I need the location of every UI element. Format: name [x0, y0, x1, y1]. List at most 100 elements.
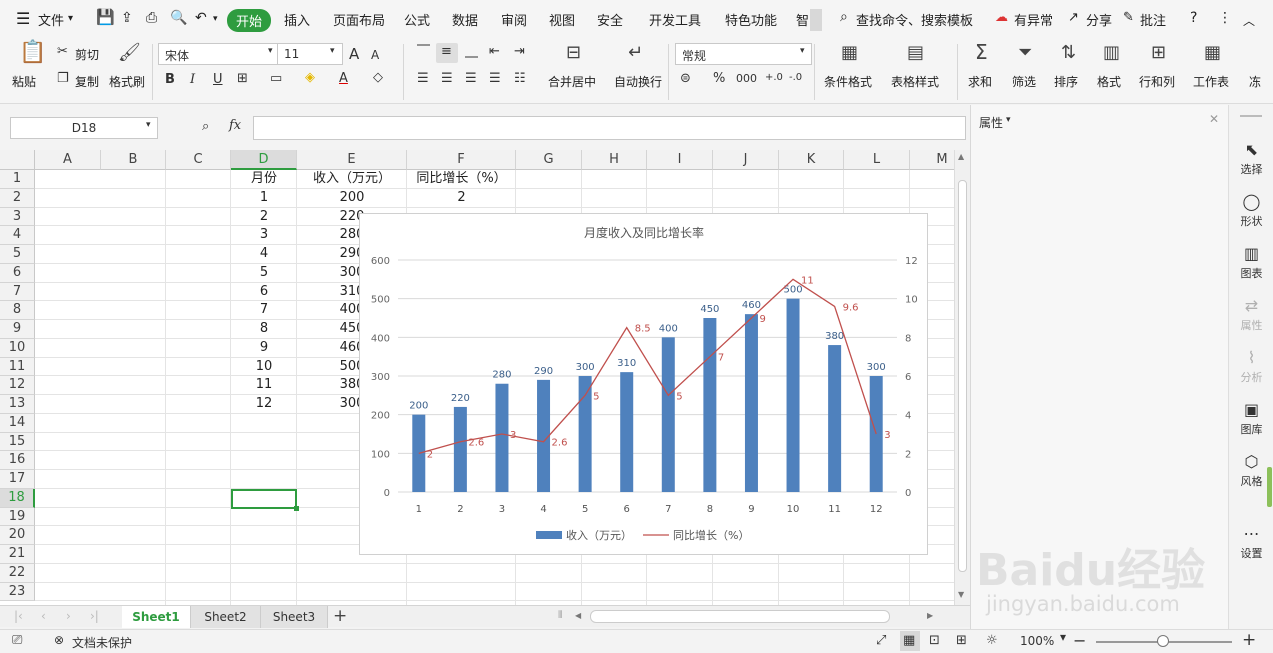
add-sheet-icon[interactable]: +: [333, 606, 347, 626]
column-header[interactable]: H: [582, 150, 647, 170]
row-header[interactable]: 8: [0, 301, 35, 320]
clear-format-icon[interactable]: ◇: [373, 70, 383, 85]
align-top-icon[interactable]: ⎺: [417, 44, 430, 59]
row-header[interactable]: 3: [0, 207, 35, 227]
decrease-decimal-icon[interactable]: -.0: [789, 72, 802, 83]
print-icon[interactable]: ⎙: [146, 10, 157, 26]
hamburger-icon[interactable]: ☰: [16, 9, 30, 28]
month-cell[interactable]: 8: [231, 320, 297, 339]
page-break-view-icon[interactable]: ⊡: [929, 633, 940, 648]
border-icon[interactable]: ⊞: [237, 71, 248, 86]
distributed-icon[interactable]: ☷: [514, 71, 526, 86]
align-center-icon[interactable]: ☰: [441, 71, 453, 86]
tool-properties[interactable]: ⇄ 属性: [1229, 297, 1273, 333]
table-style-button[interactable]: 表格样式: [891, 73, 939, 90]
conditional-format-button[interactable]: 条件格式: [824, 73, 872, 90]
row-header[interactable]: 15: [0, 432, 35, 452]
tool-chart[interactable]: ▥ 图表: [1229, 245, 1273, 281]
copy-button[interactable]: 复制: [75, 73, 99, 90]
justify-icon[interactable]: ☰: [489, 71, 501, 86]
month-cell[interactable]: 11: [231, 376, 297, 395]
side-scroll-indicator[interactable]: [1267, 467, 1272, 507]
row-header[interactable]: 22: [0, 563, 35, 583]
row-header[interactable]: 19: [0, 507, 35, 527]
collapse-ribbon-icon[interactable]: ︿: [1243, 12, 1255, 29]
column-header[interactable]: C: [166, 150, 231, 170]
sheet-tab-1[interactable]: Sheet1: [122, 606, 190, 628]
scroll-up-icon[interactable]: ▲: [958, 152, 964, 161]
print-preview-icon[interactable]: 🔍: [170, 10, 187, 26]
row-header[interactable]: 11: [0, 357, 35, 377]
menu-tab-smart[interactable]: 智: [796, 10, 809, 29]
close-icon[interactable]: ✕: [1209, 112, 1219, 126]
month-cell[interactable]: 7: [231, 301, 297, 320]
align-right-icon[interactable]: ☰: [465, 71, 477, 86]
exception-button[interactable]: 有异常: [1014, 10, 1053, 29]
row-col-button[interactable]: 行和列: [1139, 73, 1175, 90]
zoom-out-icon[interactable]: −: [1073, 631, 1086, 650]
column-header[interactable]: F: [407, 150, 516, 170]
row-header[interactable]: 5: [0, 245, 35, 264]
month-cell[interactable]: 5: [231, 264, 297, 283]
cut-button[interactable]: 剪切: [75, 46, 99, 63]
fill-style-icon[interactable]: ▭: [270, 71, 282, 86]
selected-cell-D18[interactable]: [231, 489, 297, 509]
align-left-icon[interactable]: ☰: [417, 71, 429, 86]
first-sheet-icon[interactable]: |‹: [14, 609, 23, 623]
row-header[interactable]: 9: [0, 320, 35, 339]
zoom-slider-thumb[interactable]: [1157, 635, 1169, 647]
zoom-dropdown-icon[interactable]: ▾: [1060, 630, 1066, 644]
menu-tab-developer[interactable]: 开发工具: [649, 10, 701, 29]
formula-input[interactable]: [253, 116, 966, 140]
scroll-left-icon[interactable]: ◀: [575, 611, 581, 620]
month-cell[interactable]: 12: [231, 395, 297, 414]
sum-button[interactable]: 求和: [968, 73, 992, 90]
tool-analysis[interactable]: ⌇ 分析: [1229, 349, 1273, 385]
grow-font-button[interactable]: A: [349, 45, 359, 63]
menu-tab-special[interactable]: 特色功能: [725, 10, 777, 29]
worksheet-button[interactable]: 工作表: [1193, 73, 1229, 90]
row-header[interactable]: 6: [0, 263, 35, 283]
menu-tab-page-layout[interactable]: 页面布局: [333, 10, 385, 29]
name-box-chevron-icon[interactable]: ▾: [146, 120, 151, 130]
column-header[interactable]: G: [516, 150, 582, 170]
tool-select[interactable]: ⬉ 选择: [1229, 141, 1273, 177]
merge-center-button[interactable]: 合并居中: [548, 73, 596, 90]
scroll-down-icon[interactable]: ▼: [958, 590, 964, 599]
file-menu[interactable]: 文件: [38, 10, 64, 29]
percent-icon[interactable]: %: [713, 71, 725, 86]
column-header[interactable]: B: [101, 150, 166, 170]
sort-button[interactable]: 排序: [1054, 73, 1078, 90]
menu-tab-home[interactable]: 开始: [227, 9, 272, 32]
filter-button[interactable]: 筛选: [1012, 73, 1036, 90]
save-icon[interactable]: 💾: [96, 8, 115, 26]
eye-protect-icon[interactable]: ☼: [986, 633, 998, 648]
number-format-select[interactable]: 常规: [675, 43, 812, 65]
row-header[interactable]: 10: [0, 338, 35, 358]
font-name-select[interactable]: 宋体: [158, 43, 283, 65]
column-header[interactable]: I: [647, 150, 713, 170]
row-header[interactable]: 1: [0, 170, 35, 189]
paste-icon[interactable]: 📋: [19, 42, 46, 64]
bold-button[interactable]: B: [165, 72, 175, 87]
format-painter-button[interactable]: 格式刷: [109, 73, 145, 90]
more-icon[interactable]: ⋮: [1218, 10, 1232, 26]
column-header[interactable]: K: [779, 150, 844, 170]
tool-shapes[interactable]: ◯ 形状: [1229, 193, 1273, 229]
fill-color-icon[interactable]: ◈: [305, 70, 315, 85]
share-button[interactable]: 分享: [1086, 10, 1112, 29]
zoom-level[interactable]: 100%: [1020, 634, 1054, 648]
undo-icon[interactable]: ↶: [195, 10, 207, 26]
page-layout-view-icon[interactable]: ⊞: [956, 633, 967, 648]
row-header[interactable]: 16: [0, 451, 35, 470]
row-header[interactable]: 17: [0, 470, 35, 489]
column-header[interactable]: E: [297, 150, 407, 170]
combo-chart[interactable]: 月度收入及同比增长率 0 100 200 300 400 500 600 0 2 4 6 8 10 12 20…: [359, 213, 928, 555]
menu-tab-data[interactable]: 数据: [452, 10, 478, 29]
format-button[interactable]: 格式: [1097, 73, 1121, 90]
wrap-text-button[interactable]: 自动换行: [614, 73, 662, 90]
menu-tab-insert[interactable]: 插入: [284, 10, 310, 29]
scroll-right-icon[interactable]: ▶: [927, 611, 933, 620]
normal-view-icon[interactable]: ▦: [903, 633, 915, 648]
comment-button[interactable]: 批注: [1140, 10, 1166, 29]
